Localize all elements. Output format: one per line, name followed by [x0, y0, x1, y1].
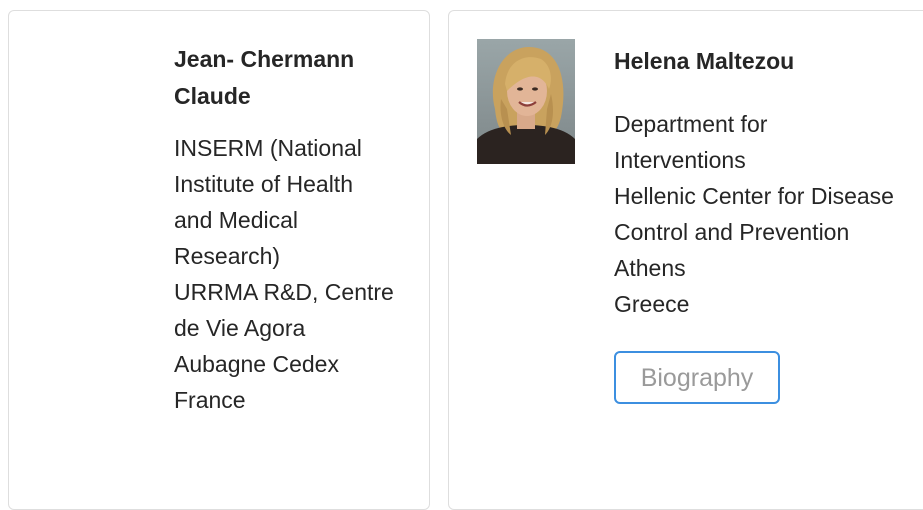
affiliation-line: Research)	[174, 243, 281, 269]
affiliation-line: Aubagne Cedex	[174, 351, 339, 377]
profile-card-chermann: Jean- Chermann Claude INSERM (National I…	[8, 10, 430, 510]
affiliation-line: Hellenic Center for Disease	[614, 183, 894, 209]
profile-name-line-2: Claude	[174, 83, 251, 109]
affiliation-line: France	[174, 387, 246, 413]
affiliation-line: Interventions	[614, 147, 746, 173]
affiliation-line: Control and Prevention	[614, 219, 850, 245]
affiliation-line: URRMA R&D, Centre	[174, 279, 394, 305]
affiliation-line: INSERM (National	[174, 135, 362, 161]
affiliation-line: Institute of Health	[174, 171, 353, 197]
profile-name-line-1: Jean- Chermann	[174, 46, 355, 72]
profile-affiliation: Department for Interventions Hellenic Ce…	[614, 106, 894, 322]
profile-name: Jean- Chermann Claude	[174, 41, 401, 115]
affiliation-line: Athens	[614, 255, 686, 281]
affiliation-line: de Vie Agora	[174, 315, 306, 341]
affiliation-line: Department for	[614, 111, 768, 137]
biography-button[interactable]: Biography	[614, 351, 780, 404]
affiliation-line: Greece	[614, 291, 690, 317]
profile-affiliation: INSERM (National Institute of Health and…	[174, 130, 394, 418]
profile-photo	[477, 39, 575, 164]
affiliation-line: and Medical	[174, 207, 299, 233]
profile-name: Helena Maltezou	[614, 48, 795, 74]
profile-card-maltezou: Helena Maltezou Department for Intervent…	[448, 10, 923, 510]
profile-photo-image	[477, 39, 575, 164]
